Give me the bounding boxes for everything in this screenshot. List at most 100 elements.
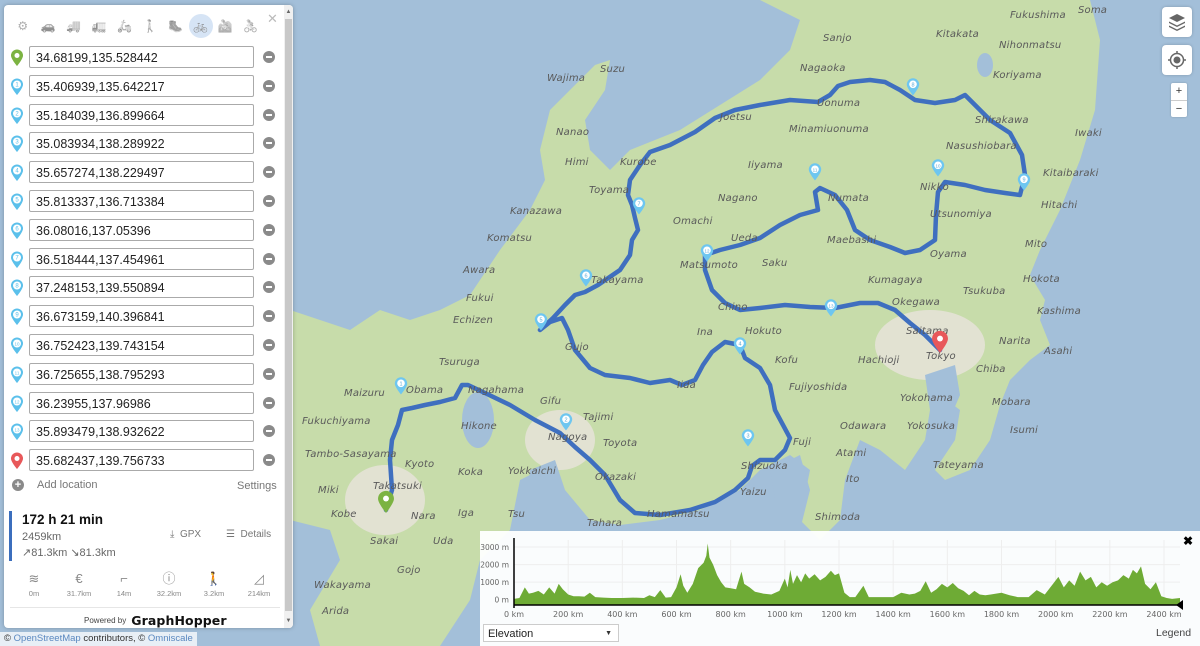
via-marker-icon[interactable]: 1 <box>10 78 24 96</box>
vehicle-bike-button[interactable]: 🚲 <box>188 14 213 38</box>
elevation-chart[interactable]: 0 km 200 km 400 km 600 km 800 km 1000 km 1200 … <box>480 531 1200 623</box>
route-stat-pedestrian[interactable]: 🚶 3.2km <box>194 571 234 598</box>
via-marker-icon[interactable]: 13 <box>10 423 24 441</box>
via-marker-icon[interactable]: 6 <box>10 222 24 240</box>
route-stat-warning[interactable]: ⓘ 32.2km <box>149 571 189 598</box>
close-icon[interactable]: ✕ <box>267 11 278 27</box>
remove-waypoint-icon[interactable] <box>263 310 275 323</box>
vehicle-mtb-button[interactable]: 🚵 <box>213 15 239 37</box>
x-tick-label: 2200 km <box>1092 610 1128 619</box>
via-map-marker[interactable]: 8 <box>906 77 922 99</box>
add-location-button[interactable]: + Add location <box>12 479 98 491</box>
remove-waypoint-icon[interactable] <box>263 281 275 294</box>
via-map-marker[interactable]: 13 <box>824 298 840 320</box>
vehicle-car-button[interactable]: 🚗 <box>36 15 62 37</box>
waypoint-input[interactable]: 37.248153,139.550894 <box>29 276 254 299</box>
powered-by[interactable]: Powered by GraphHopper <box>84 613 227 628</box>
city-label: Nagaoka <box>800 63 846 74</box>
vehicle-settings-button[interactable]: ⚙ <box>10 15 36 37</box>
remove-waypoint-icon[interactable] <box>263 108 275 121</box>
via-marker-icon[interactable]: 10 <box>10 337 24 355</box>
vehicle-racingbike-button[interactable]: 🚴 <box>238 15 264 37</box>
remove-waypoint-icon[interactable] <box>263 166 275 179</box>
locate-button[interactable] <box>1162 45 1192 75</box>
remove-waypoint-icon[interactable] <box>263 396 275 409</box>
route-stat-ferry[interactable]: ≋ 0m <box>14 571 54 598</box>
via-marker-icon[interactable]: 5 <box>10 193 24 211</box>
start-marker-icon[interactable] <box>10 49 24 67</box>
waypoint-input[interactable]: 36.725655,138.795293 <box>29 362 254 385</box>
via-marker-icon[interactable]: 8 <box>10 279 24 297</box>
vehicle-truck-button[interactable]: 🚛 <box>87 15 113 37</box>
waypoint-input[interactable]: 35.682437,139.756733 <box>29 449 254 472</box>
elevation-detail-select[interactable]: Elevation ▼ <box>483 624 619 642</box>
remove-waypoint-icon[interactable] <box>263 137 275 150</box>
end-map-marker[interactable] <box>931 330 948 353</box>
waypoint-input[interactable]: 36.08016,137.05396 <box>29 218 254 241</box>
via-map-marker[interactable]: 5 <box>534 312 550 334</box>
remove-waypoint-icon[interactable] <box>263 252 275 265</box>
scroll-down-icon[interactable]: ▼ <box>284 616 293 626</box>
via-map-marker[interactable]: 2 <box>559 412 575 434</box>
via-map-marker[interactable]: 6 <box>579 268 595 290</box>
via-map-marker[interactable]: 3 <box>741 428 757 450</box>
remove-waypoint-icon[interactable] <box>263 339 275 351</box>
vehicle-hike-button[interactable]: 🥾 <box>163 15 189 37</box>
remove-waypoint-icon[interactable] <box>263 195 275 207</box>
waypoint-input[interactable]: 36.23955,137.96986 <box>29 391 254 414</box>
route-stat-steps[interactable]: ⌐ 14m <box>104 571 144 598</box>
gpx-export-button[interactable]: ⤓ GPX <box>170 529 201 540</box>
omniscale-link[interactable]: Omniscale <box>148 633 193 644</box>
via-marker-icon[interactable]: 4 <box>10 164 24 182</box>
remove-waypoint-icon[interactable] <box>263 79 275 92</box>
waypoint-input[interactable]: 35.406939,135.642217 <box>29 74 254 97</box>
remove-waypoint-icon[interactable] <box>263 51 275 63</box>
via-marker-icon[interactable]: 11 <box>10 366 24 384</box>
zoom-in-button[interactable]: + <box>1171 83 1187 101</box>
racing-bike-icon: 🚴 <box>243 19 259 33</box>
details-button[interactable]: ☰ Details <box>226 529 271 540</box>
vehicle-scooter-button[interactable]: 🛵 <box>112 15 138 37</box>
via-map-marker[interactable]: 7 <box>632 196 648 218</box>
via-marker-icon[interactable]: 7 <box>10 251 24 269</box>
remove-waypoint-icon[interactable] <box>263 454 275 467</box>
waypoint-input[interactable]: 34.68199,135.528442 <box>29 46 254 68</box>
vehicle-foot-button[interactable]: 🚶 <box>138 15 164 37</box>
via-marker-icon[interactable]: 9 <box>10 308 24 326</box>
via-map-marker[interactable]: 10 <box>931 158 947 180</box>
settings-button[interactable]: Settings <box>237 480 277 492</box>
route-stat-toll[interactable]: €31.7km <box>59 571 99 598</box>
waypoint-input[interactable]: 36.518444,137.454961 <box>29 247 254 270</box>
via-map-marker[interactable]: 4 <box>733 336 749 358</box>
waypoint-input[interactable]: 35.184039,136.899664 <box>29 103 254 126</box>
remove-waypoint-icon[interactable] <box>263 223 275 236</box>
close-elevation-icon[interactable]: ✖ <box>1183 534 1193 548</box>
remove-waypoint-icon[interactable] <box>263 367 275 380</box>
waypoint-input[interactable]: 35.813337,136.713384 <box>29 190 254 212</box>
waypoint-input[interactable]: 35.893479,138.932622 <box>29 420 254 443</box>
via-map-marker[interactable]: 12 <box>700 243 716 265</box>
vehicle-small-truck-button[interactable]: 🚚 <box>61 15 87 37</box>
waypoint-input[interactable]: 35.657274,138.229497 <box>29 161 254 184</box>
layers-button[interactable] <box>1162 7 1192 37</box>
via-marker-icon[interactable]: 3 <box>10 135 24 153</box>
sidebar-scrollbar[interactable]: ▲ ▼ <box>284 5 293 628</box>
osm-link[interactable]: OpenStreetMap <box>14 633 81 644</box>
via-map-marker[interactable]: 1 <box>394 376 410 398</box>
legend-button[interactable]: Legend <box>1156 627 1191 639</box>
zoom-out-button[interactable]: − <box>1171 101 1187 118</box>
route-stat-steep[interactable]: ◿ 214km <box>239 571 279 598</box>
start-map-marker[interactable] <box>377 490 394 513</box>
scrollbar-thumb[interactable] <box>285 19 292 611</box>
via-marker-icon[interactable]: 2 <box>10 107 24 125</box>
via-map-marker[interactable]: 11 <box>808 162 824 184</box>
scroll-up-icon[interactable]: ▲ <box>284 7 293 17</box>
via-map-marker[interactable]: 9 <box>1017 172 1033 194</box>
waypoint-input[interactable]: 36.752423,139.743154 <box>29 334 254 356</box>
waypoint-input[interactable]: 36.673159,140.396841 <box>29 305 254 328</box>
city-label: Tateyama <box>933 460 984 471</box>
via-marker-icon[interactable]: 12 <box>10 395 24 413</box>
waypoint-input[interactable]: 35.083934,138.289922 <box>29 132 254 155</box>
end-marker-icon[interactable] <box>10 452 24 470</box>
remove-waypoint-icon[interactable] <box>263 425 275 438</box>
